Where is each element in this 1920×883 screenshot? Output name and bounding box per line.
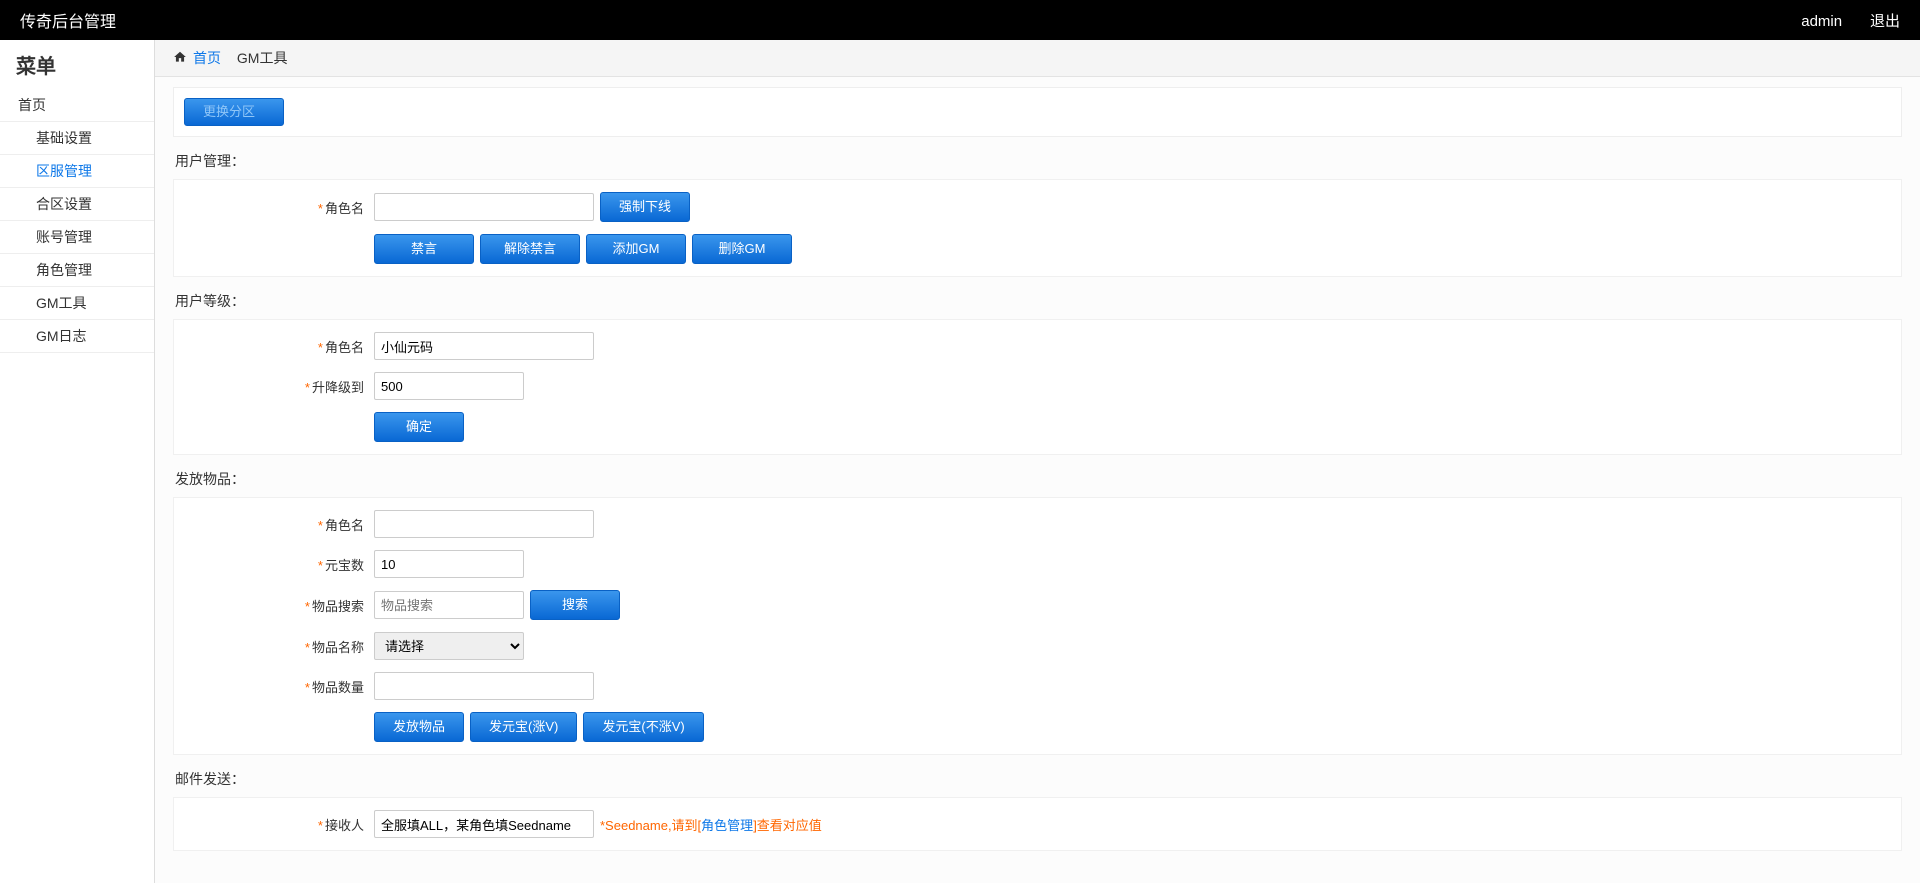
give-item-role-label: 角色名 [325,518,364,533]
breadcrumb-home[interactable]: 首页 [193,48,221,68]
give-item-name-select[interactable]: 请选择 [374,632,524,660]
give-item-button[interactable]: 发放物品 [374,712,464,742]
breadcrumb: 首页 GM工具 [155,40,1920,77]
give-item-role-input[interactable] [374,510,594,538]
give-item-yuanbao-input[interactable] [374,550,524,578]
search-item-button[interactable]: 搜索 [530,590,620,620]
give-item-qty-input[interactable] [374,672,594,700]
mail-hint: *Seedname,请到[角色管理]查看对应值 [600,815,822,834]
user-level-role-label: 角色名 [325,340,364,355]
give-item-name-label: 物品名称 [312,640,364,655]
user-level-level-input[interactable] [374,372,524,400]
user-mgmt-role-input[interactable] [374,193,594,221]
give-yuanbao-up-button[interactable]: 发元宝(涨V) [470,712,577,742]
switch-zone-button[interactable]: 更换分区 [184,98,284,126]
section-give-item-title: 发放物品： [175,469,1900,489]
section-mail-title: 邮件发送： [175,769,1900,789]
give-item-qty-label: 物品数量 [312,680,364,695]
give-item-search-input[interactable] [374,591,524,619]
section-user-level-title: 用户等级： [175,291,1900,311]
mail-recipient-label: 接收人 [325,818,364,833]
add-gm-button[interactable]: 添加GM [586,234,686,264]
give-item-yuanbao-label: 元宝数 [325,558,364,573]
force-offline-button[interactable]: 强制下线 [600,192,690,222]
confirm-level-button[interactable]: 确定 [374,412,464,442]
user-level-role-input[interactable] [374,332,594,360]
sidebar: 菜单 首页 基础设置 区服管理 合区设置 账号管理 角色管理 GM工具 GM日志 [0,40,155,883]
user-mgmt-role-label: 角色名 [325,201,364,216]
app-title: 传奇后台管理 [20,8,116,32]
sidebar-item-basic-settings[interactable]: 基础设置 [0,122,154,155]
unban-button[interactable]: 解除禁言 [480,234,580,264]
del-gm-button[interactable]: 删除GM [692,234,792,264]
logout-link[interactable]: 退出 [1870,13,1900,30]
give-item-search-label: 物品搜索 [312,599,364,614]
section-user-mgmt-title: 用户管理： [175,151,1900,171]
home-icon [173,50,187,67]
breadcrumb-current: GM工具 [237,48,288,68]
mail-recipient-input[interactable] [374,810,594,838]
sidebar-item-gm-log[interactable]: GM日志 [0,320,154,353]
sidebar-title: 菜单 [0,40,154,89]
sidebar-item-account-mgmt[interactable]: 账号管理 [0,221,154,254]
mail-hint-link[interactable]: 角色管理 [701,818,753,833]
sidebar-item-zone-mgmt[interactable]: 区服管理 [0,155,154,188]
sidebar-item-role-mgmt[interactable]: 角色管理 [0,254,154,287]
sidebar-item-home[interactable]: 首页 [0,89,154,122]
sidebar-item-gm-tools[interactable]: GM工具 [0,287,154,320]
user-link[interactable]: admin [1801,13,1842,30]
give-yuanbao-noup-button[interactable]: 发元宝(不涨V) [583,712,703,742]
user-level-level-label: 升降级到 [312,380,364,395]
sidebar-item-merge-settings[interactable]: 合区设置 [0,188,154,221]
ban-button[interactable]: 禁言 [374,234,474,264]
